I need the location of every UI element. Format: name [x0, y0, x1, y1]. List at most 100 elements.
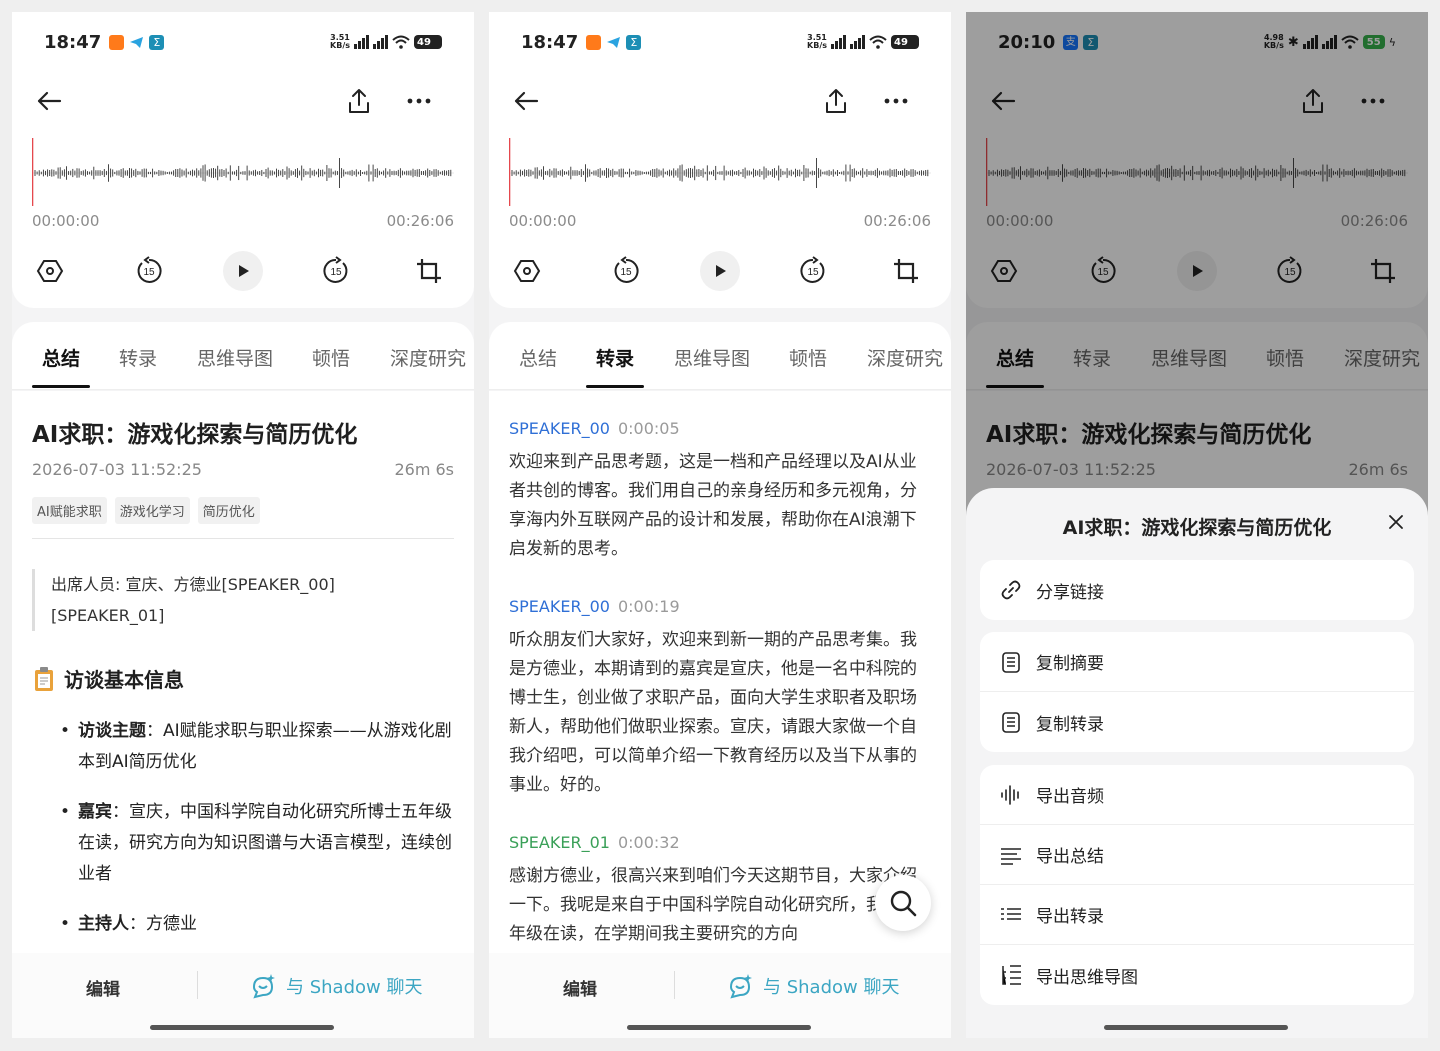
link-icon	[1001, 580, 1021, 600]
mindmap-icon	[1002, 965, 1021, 985]
transcript-entry[interactable]: SPEAKER_00 0:00:19 听众朋友们大家好，欢迎来到新一期的产品思考集…	[509, 597, 933, 800]
edit-button[interactable]: 编辑	[563, 975, 597, 1000]
export-audio-item[interactable]: 导出音频	[980, 765, 1414, 825]
share-link-item[interactable]: 分享链接	[980, 560, 1414, 620]
menu-group: 复制摘要 复制转录	[980, 632, 1414, 752]
share-icon[interactable]	[821, 86, 851, 116]
time-start: 00:00:00	[32, 212, 100, 230]
sheet-title: AI求职：游戏化探索与简历优化	[1062, 517, 1332, 539]
play-button[interactable]	[223, 251, 263, 291]
search-button[interactable]	[875, 875, 931, 931]
play-button[interactable]	[700, 251, 740, 291]
crop-button[interactable]	[886, 251, 926, 291]
export-mindmap-item[interactable]: 导出思维导图	[980, 945, 1414, 1005]
status-time: 18:47	[521, 31, 579, 53]
time-start: 00:00:00	[509, 212, 577, 230]
play-icon	[239, 265, 249, 277]
divider	[197, 971, 198, 999]
tab-insight[interactable]: 顿悟	[789, 344, 827, 371]
tab-transcript[interactable]: 转录	[596, 344, 634, 371]
tab-summary[interactable]: 总结	[42, 344, 80, 371]
transcript-entry[interactable]: SPEAKER_00 0:00:05 欢迎来到产品思考题，这是一档和产品经理以及A…	[509, 419, 933, 564]
telegram-app-icon	[129, 34, 145, 50]
home-indicator[interactable]	[150, 1025, 334, 1030]
speaker-label[interactable]: SPEAKER_00	[509, 597, 610, 616]
lines-icon	[1001, 847, 1021, 865]
audio-waveform[interactable]	[32, 136, 454, 206]
more-icon[interactable]	[881, 86, 911, 116]
tag-list: AI赋能求职 游戏化学习 简历优化	[32, 497, 260, 524]
svg-text:15: 15	[807, 267, 819, 278]
search-icon	[890, 890, 917, 917]
player-card: 18:47 Σ 3.51 KB/s 49 00:00:00 00:26:06 1…	[12, 12, 474, 308]
tag[interactable]: AI赋能求职	[32, 497, 107, 524]
recording-duration: 26m 6s	[394, 460, 454, 479]
chat-with-shadow-button[interactable]: 与 Shadow 聊天	[727, 973, 899, 999]
tab-mindmap[interactable]: 思维导图	[674, 344, 750, 371]
transcript-text: 感谢方德业，很高兴来到咱们今天这期节目，大家介绍一下。我呢是来自于中国科学院自动…	[509, 866, 917, 944]
status-bar: 18:47 Σ 3.51 KB/s 49	[44, 30, 442, 54]
back-arrow-icon[interactable]	[34, 86, 64, 116]
attendees-quote: 出席人员: 宣庆、方德业[SPEAKER_00] [SPEAKER_01]	[32, 569, 432, 631]
info-bullet-list: 访谈主题：AI赋能求职与职业探索——从游戏化剧本到AI简历优化 嘉宾：宣庆，中国…	[60, 716, 456, 953]
document-icon	[1002, 651, 1020, 673]
timestamp[interactable]: 0:00:19	[618, 597, 680, 616]
hexagon-icon	[513, 260, 541, 282]
sigma-app-icon: Σ	[626, 34, 642, 50]
export-summary-item[interactable]: 导出总结	[980, 825, 1414, 885]
list-item: 嘉宾：宣庆，中国科学院自动化研究所博士五年级在读，研究方向为知识图谱与大语言模型…	[60, 797, 456, 890]
speaker-label[interactable]: SPEAKER_01	[509, 833, 610, 852]
timestamp[interactable]: 0:00:32	[618, 833, 680, 852]
battery-indicator: 49	[891, 35, 919, 49]
rewind-icon: 15	[614, 256, 639, 283]
tab-summary[interactable]: 总结	[519, 344, 557, 371]
transcript-text: 听众朋友们大家好，欢迎来到新一期的产品思考集。我是方德业，本期请到的嘉宾是宣庆，…	[509, 630, 917, 795]
section-heading: 访谈基本信息	[32, 664, 184, 693]
copy-transcript-item[interactable]: 复制转录	[980, 692, 1414, 752]
rewind-15-button[interactable]: 15	[129, 251, 169, 291]
timestamp[interactable]: 0:00:05	[618, 419, 680, 438]
copy-summary-item[interactable]: 复制摘要	[980, 632, 1414, 692]
tab-deep-research[interactable]: 深度研究	[390, 344, 466, 371]
list-item: 访谈主题：AI赋能求职与职业探索——从游戏化剧本到AI简历优化	[60, 716, 456, 778]
speed-hexagon-button[interactable]	[507, 251, 547, 291]
speed-hexagon-button[interactable]	[30, 251, 70, 291]
tab-deep-research[interactable]: 深度研究	[867, 344, 943, 371]
crop-icon	[894, 259, 918, 283]
home-indicator[interactable]	[1104, 1025, 1288, 1030]
status-bar: 18:47 Σ 3.51 KB/s 49	[521, 30, 919, 54]
tag[interactable]: 游戏化学习	[114, 497, 190, 524]
forward-15-button[interactable]: 15	[793, 251, 833, 291]
sigma-app-icon: Σ	[149, 34, 165, 50]
edit-button[interactable]: 编辑	[86, 975, 120, 1000]
menu-group: 导出音频 导出总结 导出转录 导出思维导图	[980, 765, 1414, 1005]
export-transcript-item[interactable]: 导出转录	[980, 885, 1414, 945]
audio-waveform[interactable]	[509, 136, 931, 206]
time-end: 00:26:06	[386, 212, 454, 230]
svg-text:15: 15	[143, 267, 155, 278]
close-button[interactable]	[1382, 508, 1410, 536]
tab-mindmap[interactable]: 思维导图	[197, 344, 273, 371]
chat-with-shadow-button[interactable]: 与 Shadow 聊天	[250, 973, 422, 999]
more-icon[interactable]	[404, 86, 434, 116]
home-indicator[interactable]	[627, 1025, 811, 1030]
crop-button[interactable]	[409, 251, 449, 291]
rewind-15-button[interactable]: 15	[606, 251, 646, 291]
forward-15-button[interactable]: 15	[316, 251, 356, 291]
menu-group: 分享链接	[980, 560, 1414, 620]
tab-insight[interactable]: 顿悟	[312, 344, 350, 371]
back-arrow-icon[interactable]	[511, 86, 541, 116]
telegram-app-icon	[606, 35, 621, 50]
summary-panel: AI求职：游戏化探索与简历优化 2026-07-03 11:52:25 26m …	[12, 391, 474, 953]
tab-transcript[interactable]: 转录	[119, 344, 157, 371]
time-end: 00:26:06	[863, 212, 931, 230]
share-icon[interactable]	[344, 86, 374, 116]
close-icon	[1389, 515, 1403, 529]
transcript-entry[interactable]: SPEAKER_01 0:00:32 感谢方德业，很高兴来到咱们今天这期节目，大家…	[509, 833, 933, 949]
phone-share-sheet: 20:10 支 Σ 4.98 KB/s ✱ 55 ϟ 00:00:00 00:2…	[966, 12, 1428, 1038]
tag[interactable]: 简历优化	[197, 497, 260, 524]
hexagon-icon	[36, 260, 64, 282]
speaker-label[interactable]: SPEAKER_00	[509, 419, 610, 438]
status-time: 18:47	[44, 31, 102, 53]
transcript-panel: SPEAKER_00 0:00:05 欢迎来到产品思考题，这是一档和产品经理以及A…	[489, 391, 951, 953]
